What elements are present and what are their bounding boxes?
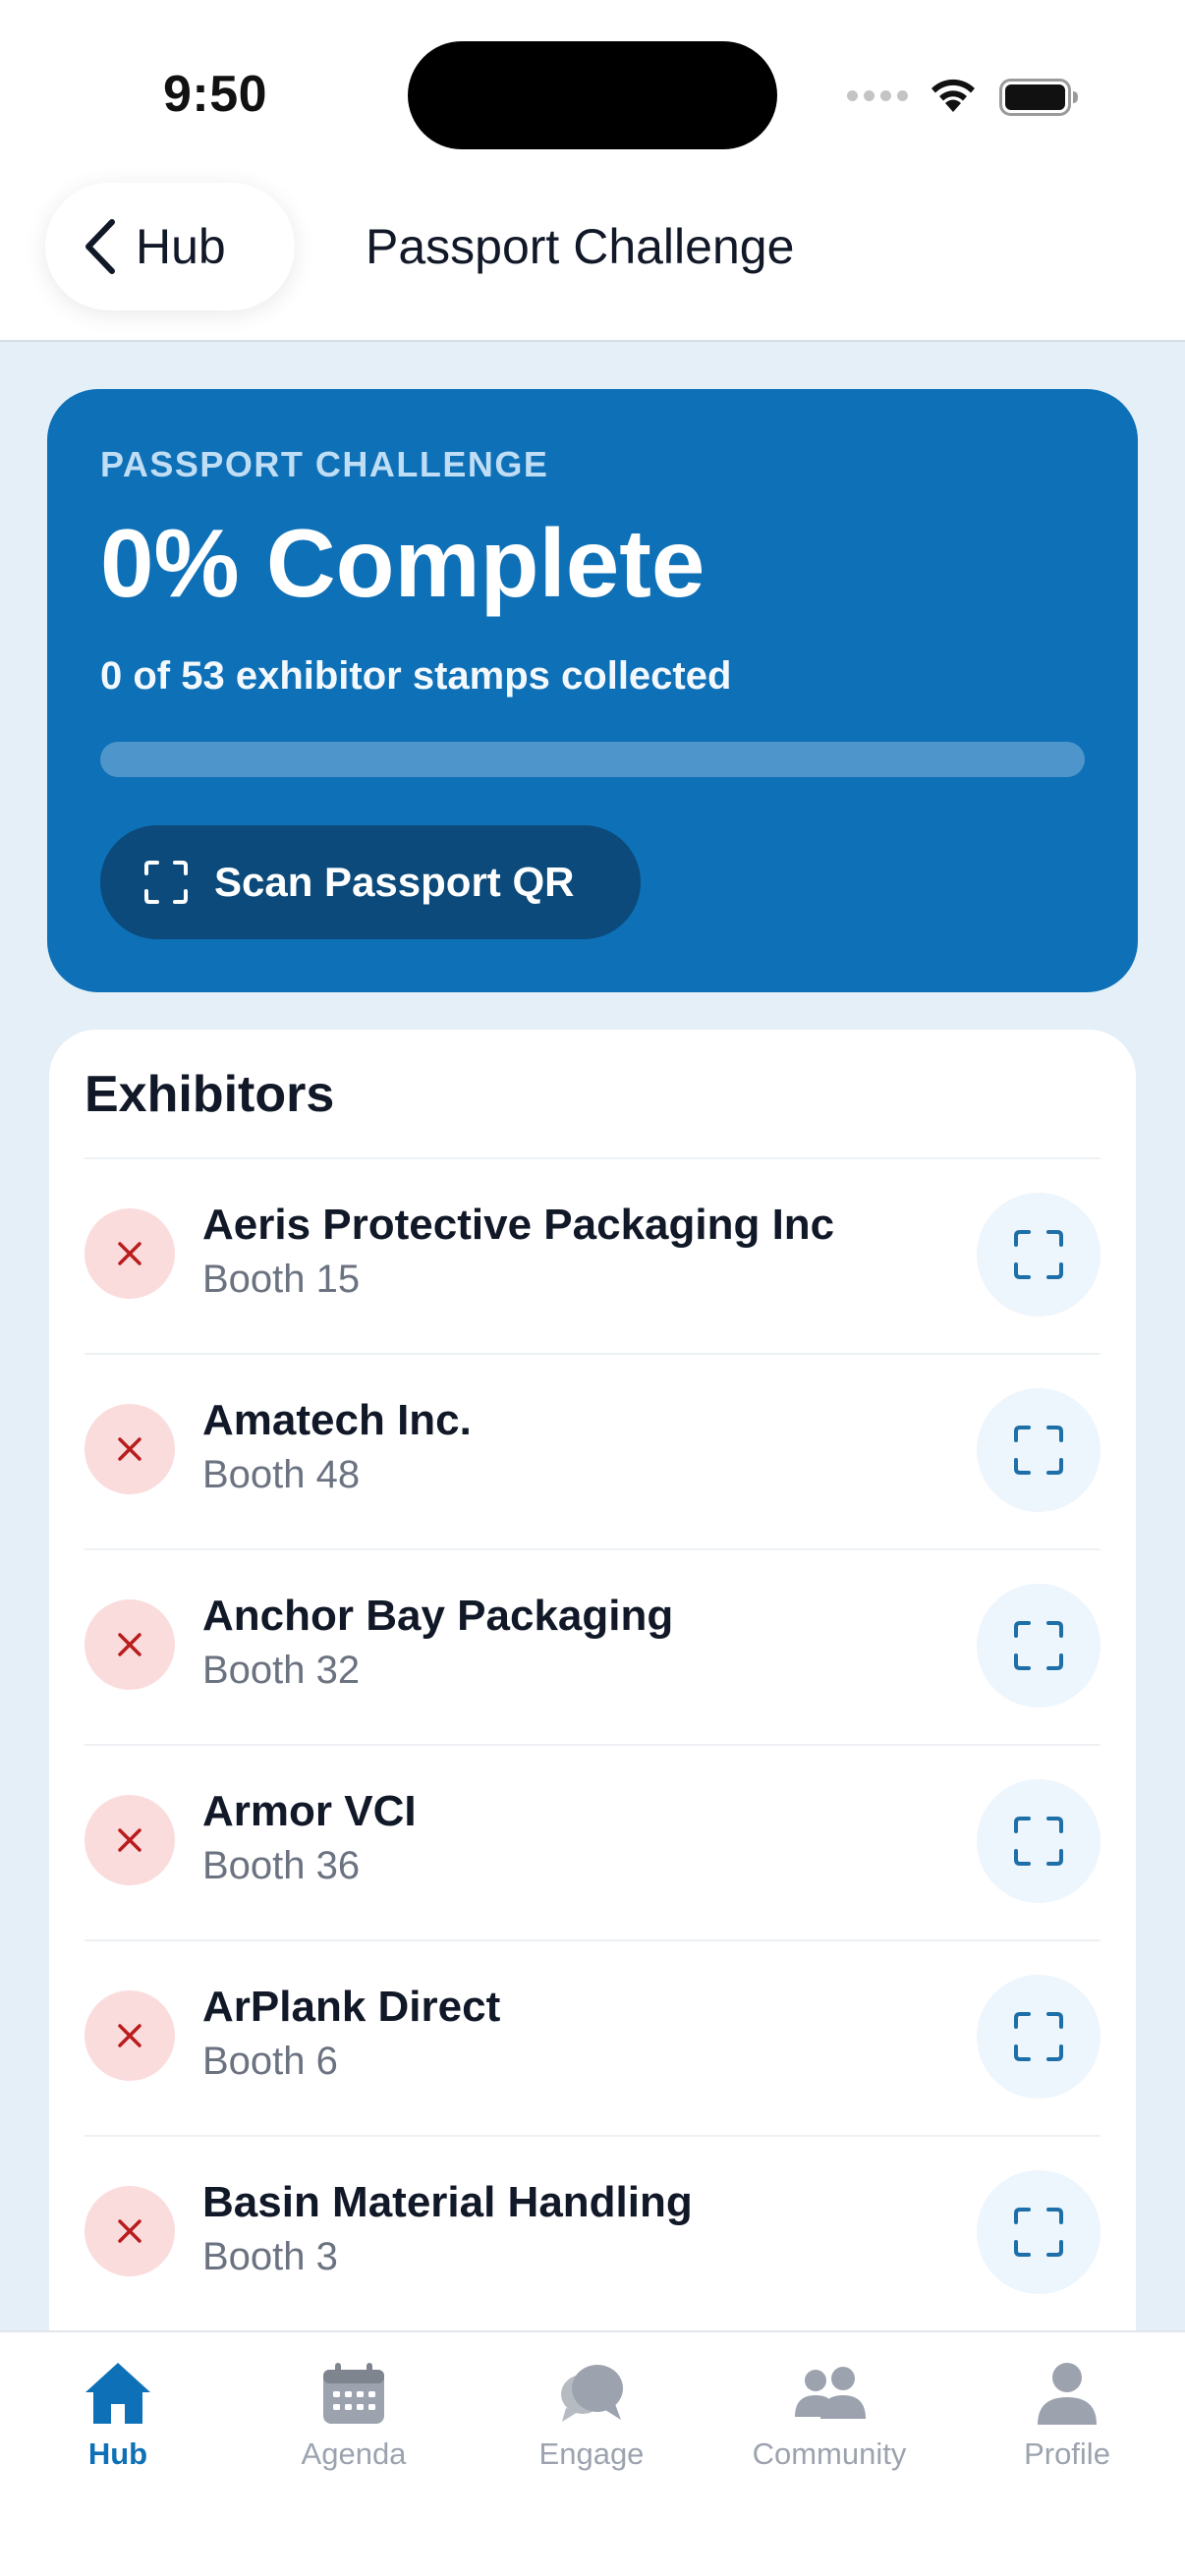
exhibitor-scan-button[interactable] [977, 1779, 1100, 1903]
exhibitor-name: Anchor Bay Packaging [202, 1592, 674, 1640]
wifi-icon [931, 79, 975, 112]
exhibitor-list: Aeris Protective Packaging Inc Booth 15 … [85, 1159, 1100, 2332]
person-icon [1038, 2363, 1097, 2425]
people-icon [795, 2367, 866, 2419]
cellular-signal-icon [847, 90, 908, 101]
tab-label: Community [752, 2436, 907, 2471]
exhibitor-row[interactable]: Amatech Inc. Booth 48 [85, 1355, 1100, 1550]
tab-agenda[interactable]: Agenda [255, 2356, 452, 2484]
exhibitor-name: Amatech Inc. [202, 1396, 472, 1444]
exhibitor-booth: Booth 32 [202, 1649, 361, 1692]
progress-percentage: 0% Complete [100, 509, 705, 617]
tab-community[interactable]: Community [731, 2356, 928, 2484]
back-button-label: Hub [136, 219, 226, 274]
tab-label: Profile [1024, 2436, 1110, 2471]
exhibitor-scan-button[interactable] [977, 1193, 1100, 1316]
not-collected-badge [85, 1599, 175, 1690]
calendar-icon [323, 2363, 384, 2424]
exhibitor-row[interactable]: Basin Material Handling Booth 3 [85, 2137, 1100, 2332]
tab-engage[interactable]: Engage [493, 2356, 690, 2484]
exhibitor-name: Aeris Protective Packaging Inc [202, 1201, 835, 1249]
stamps-collected-count: 0 of 53 exhibitor stamps collected [100, 654, 732, 698]
exhibitor-row[interactable]: Armor VCI Booth 36 [85, 1746, 1100, 1941]
progress-bar [100, 742, 1085, 777]
page-title: Passport Challenge [366, 219, 795, 274]
exhibitors-heading: Exhibitors [85, 1066, 335, 1123]
not-collected-badge [85, 2186, 175, 2276]
exhibitor-booth: Booth 36 [202, 1844, 361, 1887]
progress-kicker: PASSPORT CHALLENGE [100, 444, 549, 484]
tab-label: Agenda [301, 2436, 407, 2471]
exhibitor-booth: Booth 15 [202, 1258, 361, 1301]
exhibitor-scan-button[interactable] [977, 1584, 1100, 1708]
close-icon [118, 2024, 141, 2047]
chevron-left-icon [85, 219, 115, 274]
exhibitor-row[interactable]: Aeris Protective Packaging Inc Booth 15 [85, 1159, 1100, 1355]
exhibitor-booth: Booth 6 [202, 2040, 338, 2083]
exhibitor-booth: Booth 48 [202, 1453, 361, 1496]
battery-icon [999, 79, 1078, 116]
exhibitor-scan-button[interactable] [977, 2170, 1100, 2294]
qr-scan-icon [1014, 1230, 1063, 1279]
close-icon [118, 1633, 141, 1656]
close-icon [118, 1242, 141, 1265]
scan-passport-qr-button[interactable]: Scan Passport QR [100, 825, 641, 939]
tab-hub[interactable]: Hub [20, 2356, 216, 2484]
status-icons [847, 69, 1083, 124]
status-time: 9:50 [163, 66, 268, 123]
tab-label: Engage [538, 2436, 645, 2471]
qr-scan-icon [1014, 1426, 1063, 1475]
qr-scan-icon [1014, 1817, 1063, 1866]
qr-scan-icon [144, 861, 188, 904]
exhibitor-row[interactable]: Anchor Bay Packaging Booth 32 [85, 1550, 1100, 1746]
not-collected-badge [85, 1990, 175, 2081]
not-collected-badge [85, 1795, 175, 1885]
close-icon [118, 2219, 141, 2243]
exhibitor-row[interactable]: ArPlank Direct Booth 6 [85, 1941, 1100, 2137]
close-icon [118, 1828, 141, 1852]
not-collected-badge [85, 1404, 175, 1494]
tab-profile[interactable]: Profile [969, 2356, 1165, 2484]
back-button[interactable]: Hub [45, 183, 295, 310]
scan-button-label: Scan Passport QR [214, 859, 575, 905]
exhibitor-name: Basin Material Handling [202, 2178, 693, 2226]
dynamic-island [408, 41, 777, 149]
not-collected-badge [85, 1208, 175, 1299]
home-icon [85, 2363, 150, 2424]
passport-progress-card: PASSPORT CHALLENGE 0% Complete 0 of 53 e… [47, 389, 1138, 992]
qr-scan-icon [1014, 1621, 1063, 1670]
exhibitors-card: Exhibitors Aeris Protective Packaging In… [49, 1030, 1136, 2405]
exhibitor-name: ArPlank Direct [202, 1983, 501, 2031]
chat-bubbles-icon [561, 2365, 623, 2422]
qr-scan-icon [1014, 2012, 1063, 2061]
exhibitor-booth: Booth 3 [202, 2235, 338, 2278]
bottom-tab-bar: Hub Agenda Engage Community Profile [0, 2330, 1185, 2576]
qr-scan-icon [1014, 2208, 1063, 2257]
close-icon [118, 1437, 141, 1461]
passport-challenge-screen: 9:50 Hub Passport Challenge PASSPORT CHA… [0, 0, 1185, 2576]
exhibitor-name: Armor VCI [202, 1787, 417, 1835]
exhibitor-scan-button[interactable] [977, 1975, 1100, 2099]
exhibitor-scan-button[interactable] [977, 1388, 1100, 1512]
tab-label: Hub [87, 2436, 148, 2471]
top-header: 9:50 Hub Passport Challenge [0, 0, 1185, 342]
